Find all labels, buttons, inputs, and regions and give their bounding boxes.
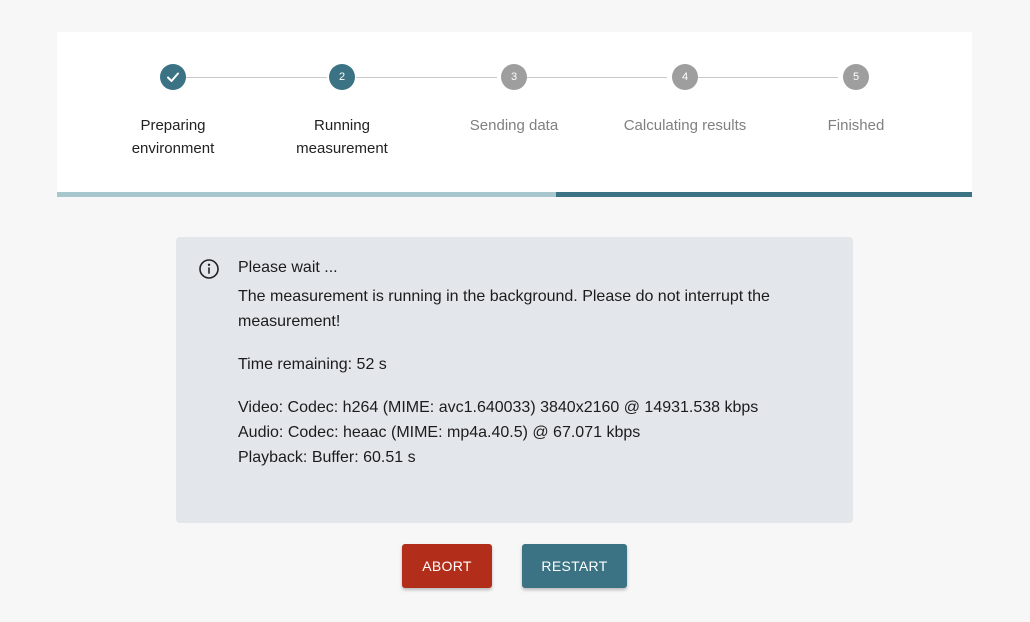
info-title: Please wait ... [238,259,338,276]
step-5-label: Finished [827,117,885,134]
step-5-circle: 5 [843,64,869,90]
step-1-circle [160,64,186,90]
stepper: Preparing environment 2 Running measurem… [57,32,972,197]
step-3-label: Sending data [469,117,559,134]
playback-info: Playback: Buffer: 60.51 s [238,449,416,466]
progress-fill [555,192,972,197]
info-message: The measurement is running in the backgr… [238,288,770,330]
video-info: Video: Codec: h264 (MIME: avc1.640033) 3… [238,399,759,416]
step-3-circle: 3 [501,64,527,90]
info-icon [199,259,219,279]
audio-info: Audio: Codec: heaac (MIME: mp4a.40.5) @ … [238,424,641,441]
step-2-circle: 2 [329,64,355,90]
step-connector [186,77,327,78]
info-text: Please wait ... The measurement is runni… [238,255,838,470]
progress-bar [57,192,972,197]
step-2-label: Running measurement [296,117,388,157]
step-4-circle: 4 [672,64,698,90]
step-connector [356,77,497,78]
restart-button[interactable]: RESTART [522,544,627,588]
step-1-label: Preparing environment [131,117,215,157]
time-remaining: Time remaining: 52 s [238,356,387,373]
step-4-label: Calculating results [623,117,747,134]
abort-button[interactable]: ABORT [402,544,492,588]
step-connector [526,77,667,78]
info-panel: Please wait ... The measurement is runni… [176,237,853,523]
check-icon [167,72,179,82]
step-connector [697,77,838,78]
